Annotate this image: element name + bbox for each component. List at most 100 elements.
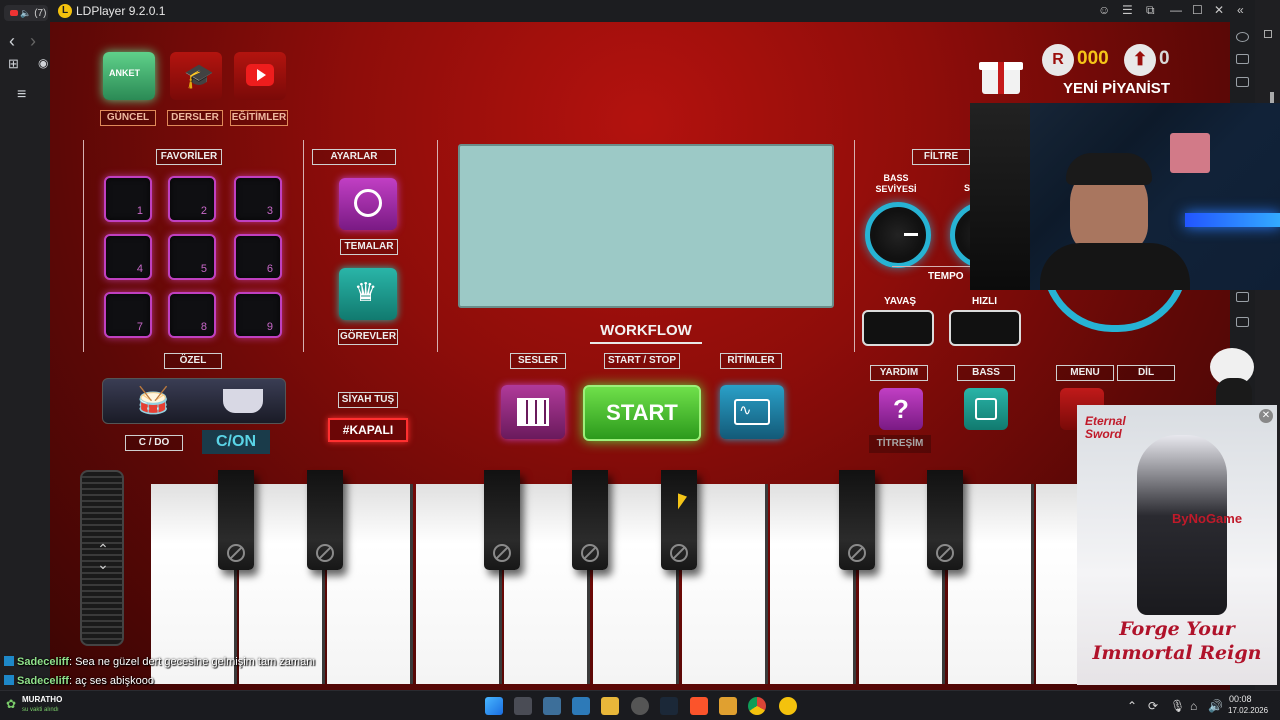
window-app-icon[interactable]	[543, 697, 561, 715]
start-stop-label: START / STOP	[604, 353, 680, 369]
menu-icon[interactable]: ☰	[1122, 3, 1133, 17]
favorite-pad-6[interactable]: 6	[234, 234, 282, 280]
chrome-icon[interactable]: ◉	[38, 56, 48, 70]
close-icon[interactable]: ✕	[1214, 3, 1224, 17]
rhythm-wave-icon[interactable]: ∿	[720, 385, 784, 439]
folder-icon[interactable]	[1236, 317, 1249, 327]
forward-icon[interactable]: ›	[30, 31, 36, 52]
help-button[interactable]: ?	[879, 388, 923, 430]
start-button[interactable]: START	[583, 385, 701, 441]
bass-drum-icon[interactable]	[223, 389, 263, 413]
minimize-icon[interactable]: —	[1170, 3, 1182, 17]
black-key[interactable]	[572, 470, 608, 570]
settings-icon[interactable]	[1236, 32, 1249, 42]
yardim-label: YARDIM	[870, 365, 928, 381]
graduation-cap-icon[interactable]: 🎓	[170, 52, 222, 100]
coin-count: 000	[1077, 48, 1109, 69]
network-icon[interactable]: ⌂	[1190, 699, 1197, 713]
weather-icon[interactable]: ✿	[6, 697, 16, 711]
browser-tab[interactable]: 🔈 (7)	[4, 5, 48, 21]
collapse-sidebar-icon[interactable]: «	[1237, 3, 1244, 17]
temalar-button[interactable]: TEMALAR	[340, 239, 398, 255]
favorite-pad-7[interactable]: 7	[104, 292, 152, 338]
gift-icon[interactable]	[978, 52, 1024, 96]
favorite-pad-3[interactable]: 3	[234, 176, 282, 222]
siyah-tus-toggle[interactable]: #KAPALI	[328, 418, 408, 442]
pitch-wheel[interactable]: ⌃ ⌄	[80, 470, 124, 646]
emulator-titlebar: L LDPlayer 9.2.0.1 ☺ ☰ ⧉ — ☐ ✕ «	[50, 0, 1255, 22]
steam-icon[interactable]	[660, 697, 678, 715]
bass-knob[interactable]	[865, 202, 931, 268]
tempo-fast-button[interactable]	[949, 310, 1021, 346]
close-ad-icon[interactable]: ✕	[1259, 409, 1273, 423]
trophy-icon[interactable]: ♛	[339, 268, 397, 320]
brave-icon[interactable]	[690, 697, 708, 715]
menu-icon[interactable]: ≡	[17, 86, 26, 104]
gorevler-button[interactable]: GÖREVLER	[338, 329, 398, 345]
bass-speaker-icon[interactable]	[964, 388, 1008, 430]
black-key[interactable]	[839, 470, 875, 570]
piano-keys-icon[interactable]	[501, 385, 565, 439]
windows-taskbar: ✿ MURATHO su vakti alındı ⌃ ⟳ 🎙 ⌂ 🔊 00:0…	[0, 690, 1280, 720]
maximize-icon[interactable]: ☐	[1192, 3, 1203, 17]
favorite-pad-1[interactable]: 1	[104, 176, 152, 222]
chevron-up-icon[interactable]: ⌃	[1127, 699, 1137, 713]
palette-icon[interactable]	[339, 178, 397, 230]
sync-icon[interactable]: ⟳	[1148, 699, 1158, 713]
favorite-pad-9[interactable]: 9	[234, 292, 282, 338]
black-key[interactable]	[218, 470, 254, 570]
workflow-label: WORKFLOW	[590, 322, 702, 344]
c-do-button[interactable]: C / DO	[125, 435, 183, 451]
youtube-icon[interactable]	[234, 52, 286, 100]
back-icon[interactable]: ‹	[9, 31, 15, 52]
c-on-toggle[interactable]: C/ON	[202, 430, 270, 454]
favorite-pad-8[interactable]: 8	[168, 292, 216, 338]
grid-icon[interactable]	[1264, 30, 1272, 38]
game-advertisement[interactable]: Eternal Sword ✕ ByNoGame Forge Your Immor…	[1077, 405, 1277, 685]
media-icon[interactable]	[719, 697, 737, 715]
restore-icon[interactable]: ⧉	[1146, 3, 1155, 18]
level-count: 0	[1159, 48, 1170, 69]
led-light	[1185, 213, 1280, 227]
filtre-label: FİLTRE	[912, 149, 970, 165]
song-display-screen[interactable]	[458, 144, 834, 308]
keyboard-icon[interactable]	[1236, 54, 1249, 64]
tab-title: (7)	[34, 8, 47, 19]
titresim-toggle[interactable]: TİTREŞİM	[869, 435, 931, 453]
photos-icon[interactable]	[572, 697, 590, 715]
tempo-slow-button[interactable]	[862, 310, 934, 346]
up-down-arrows-icon: ⌃ ⌄	[97, 541, 109, 572]
volume-icon[interactable]	[1236, 77, 1249, 87]
guncel-button[interactable]: GÜNCEL	[100, 110, 156, 126]
black-key[interactable]	[307, 470, 343, 570]
windows-start-icon[interactable]	[485, 697, 503, 715]
drum-selector[interactable]: 🥁	[102, 378, 286, 424]
user-label: MURATHO	[22, 695, 63, 704]
account-icon[interactable]: ☺	[1098, 3, 1110, 17]
favorite-pad-4[interactable]: 4	[104, 234, 152, 280]
ozel-button[interactable]: ÖZEL	[164, 353, 222, 369]
egitimler-button[interactable]: EĞİTİMLER	[230, 110, 288, 126]
level-up-icon: ⬆	[1124, 44, 1156, 76]
ldplayer-logo-icon: L	[58, 4, 72, 18]
dersler-button[interactable]: DERSLER	[167, 110, 223, 126]
snare-drum-icon[interactable]: 🥁	[137, 385, 169, 416]
chrome-icon[interactable]	[748, 697, 766, 715]
file-explorer-icon[interactable]	[601, 697, 619, 715]
black-key[interactable]	[661, 470, 697, 570]
disabled-icon	[581, 544, 599, 562]
black-key[interactable]	[484, 470, 520, 570]
screenshot-icon[interactable]	[1236, 292, 1249, 302]
favorite-pad-5[interactable]: 5	[168, 234, 216, 280]
microphone-icon[interactable]: 🎙	[1170, 699, 1185, 713]
obs-icon[interactable]	[631, 697, 649, 715]
volume-icon[interactable]: 🔊	[1208, 699, 1223, 713]
anket-icon[interactable]: ANKET	[103, 52, 155, 100]
black-key[interactable]	[927, 470, 963, 570]
chat-message: Sadeceliff: Sea ne güzel dert gecesine g…	[4, 656, 315, 668]
task-view-icon[interactable]	[514, 697, 532, 715]
bass-label: BASS	[957, 365, 1015, 381]
favorite-pad-2[interactable]: 2	[168, 176, 216, 222]
ldplayer-icon[interactable]	[779, 697, 797, 715]
apps-grid-icon[interactable]: ⊞	[8, 56, 19, 72]
